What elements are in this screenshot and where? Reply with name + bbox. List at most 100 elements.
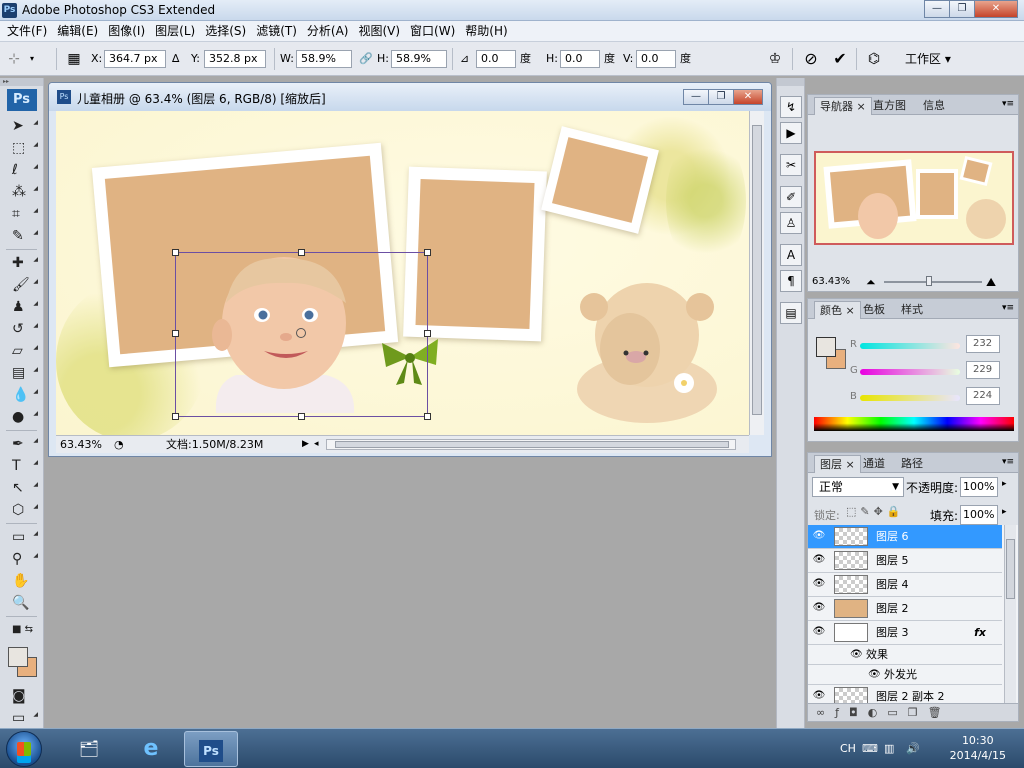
navigator-zoom-slider[interactable] [884,281,982,283]
taskbar-clock[interactable]: 10:30 2014/4/15 [950,733,1006,763]
transform-handle-top-right[interactable] [424,249,431,256]
x-position-field[interactable]: 364.7 px [104,50,166,68]
layer-row-layer-5[interactable]: 👁 图层 5 [808,549,1002,573]
document-maximize-button[interactable]: ❐ [708,89,734,105]
opacity-field[interactable]: 100% [960,477,998,497]
layer-row-layer-6[interactable]: 👁 图层 6 [808,525,1002,549]
tab-swatches[interactable]: 色板 [858,301,890,319]
transform-handle-left[interactable] [172,330,179,337]
toolbox-grip[interactable]: ▸▸ [0,78,43,86]
width-field[interactable]: 58.9% [296,50,352,68]
panel-menu-icon[interactable]: ▾≡ [1002,303,1014,313]
vertical-scroll-thumb[interactable] [752,125,762,415]
relative-position-icon[interactable]: ∆ [172,50,179,68]
menu-image[interactable]: 图像(I) [103,21,150,41]
minimize-button[interactable]: — [924,0,950,18]
layer-effects-icon[interactable]: fx [974,621,986,644]
zoom-tool-icon[interactable]: 🔍 [0,592,44,614]
visibility-eye-icon[interactable]: 👁 [812,601,826,615]
photoshop-app-icon[interactable]: Ps [2,3,17,18]
clone-source-panel-icon[interactable]: ♙ [780,212,802,234]
explorer-taskbar-icon[interactable]: 🗂 [62,731,116,767]
rotation-field[interactable]: 0.0 [476,50,516,68]
document-horizontal-scrollbar[interactable] [326,439,736,450]
visibility-eye-icon[interactable]: 👁 [812,689,826,703]
tool-preset-icon[interactable]: ⊹ [4,49,24,69]
layer-row-layer-2-copy-2[interactable]: 👁 图层 2 副本 2 [808,685,1002,703]
maximize-button[interactable]: ❐ [949,0,975,18]
red-slider[interactable] [860,343,960,349]
lock-options-icons[interactable]: ⬚✎✥🔒 [846,505,905,518]
swap-colors-icon[interactable]: ■ ⇆ [0,619,44,641]
fill-field[interactable]: 100% [960,505,998,525]
visibility-eye-icon[interactable]: 👁 [812,625,826,639]
status-menu-arrow-icon[interactable]: ▶ [302,436,309,453]
network-icon[interactable]: ▥ [884,729,894,768]
menu-analysis[interactable]: 分析(A) [302,21,354,41]
panel-menu-icon[interactable]: ▾≡ [1002,99,1014,109]
visibility-eye-icon[interactable]: 👁 [812,553,826,567]
input-language-indicator[interactable]: CH [840,729,856,768]
color-spectrum-ramp[interactable] [814,417,1014,431]
actions-panel-icon[interactable]: ▶ [780,122,802,144]
zoom-out-icon[interactable]: ⏶ [866,273,876,291]
add-mask-icon[interactable]: ◘ [849,706,868,719]
character-panel-icon[interactable]: A [780,244,802,266]
commit-transform-icon[interactable]: ✔ [830,49,850,69]
tab-info[interactable]: 信息 [918,97,950,115]
blue-slider[interactable] [860,395,960,401]
document-close-button[interactable]: ✕ [733,89,763,105]
menu-filter[interactable]: 滤镜(T) [251,21,302,41]
free-transform-bounding-box[interactable] [172,249,431,420]
transform-handle-top-left[interactable] [172,249,179,256]
layer-effects-group[interactable]: 👁 效果 [808,645,1002,665]
transform-handle-right[interactable] [424,330,431,337]
warp-mode-icon[interactable]: ♔ [765,49,785,69]
workspace-menu[interactable]: 工作区 ▾ [905,50,951,68]
layer-row-layer-4[interactable]: 👁 图层 4 [808,573,1002,597]
blue-value-field[interactable]: 224 [966,387,1000,405]
document-minimize-button[interactable]: — [683,89,709,105]
dodge-tool-icon[interactable]: ● ◢ [0,406,44,428]
vertical-skew-field[interactable]: 0.0 [636,50,676,68]
blend-mode-select[interactable]: 正常 ▼ [812,477,904,497]
start-button[interactable] [6,731,42,767]
status-info-icon[interactable]: ◔ [114,436,124,453]
height-field[interactable]: 58.9% [391,50,447,68]
tab-layers[interactable]: 图层 × [814,455,861,473]
keyboard-icon[interactable]: ⌨ [862,729,878,768]
fill-slider-arrow-icon[interactable]: ▸ [1002,507,1007,517]
color-panel-foreground-swatch[interactable] [816,337,836,357]
close-button[interactable]: ✕ [974,0,1018,18]
paragraph-panel-icon[interactable]: ¶ [780,270,802,292]
transform-handle-top[interactable] [298,249,305,256]
visibility-eye-icon[interactable]: 👁 [812,577,826,591]
menu-view[interactable]: 视图(V) [353,21,405,41]
tool-presets-panel-icon[interactable]: ✂ [780,154,802,176]
menu-file[interactable]: 文件(F) [2,21,52,41]
transform-handle-bottom[interactable] [298,413,305,420]
tab-channels[interactable]: 通道 [858,455,890,473]
layer-list-scrollbar[interactable] [1004,525,1016,703]
delete-layer-icon[interactable]: 🗑 [928,706,952,719]
panel-menu-icon[interactable]: ▾≡ [1002,457,1014,467]
scroll-left-arrow-icon[interactable]: ◂ [314,436,319,453]
link-icon[interactable]: 🔗 [359,50,373,68]
menu-window[interactable]: 窗口(W) [405,21,460,41]
layer-row-layer-3[interactable]: 👁 图层 3 fx [808,621,1002,645]
icon-strip-grip[interactable] [777,78,804,86]
navigator-zoom-slider-thumb[interactable] [926,276,932,286]
menu-select[interactable]: 选择(S) [200,21,251,41]
new-group-icon[interactable]: ▭ [887,706,907,719]
horizontal-skew-field[interactable]: 0.0 [560,50,600,68]
menu-edit[interactable]: 编辑(E) [52,21,103,41]
zoom-in-icon[interactable]: ⛰ [986,273,996,291]
reference-point-icon[interactable]: ▦ [64,49,84,69]
layer-comps-panel-icon[interactable]: ▤ [780,302,802,324]
photoshop-taskbar-button[interactable]: Ps [184,731,238,767]
green-slider[interactable] [860,369,960,375]
hand-tool-icon[interactable]: ✋ [0,570,44,592]
volume-icon[interactable]: 🔊 [906,729,920,768]
brushes-panel-icon[interactable]: ✐ [780,186,802,208]
green-value-field[interactable]: 229 [966,361,1000,379]
